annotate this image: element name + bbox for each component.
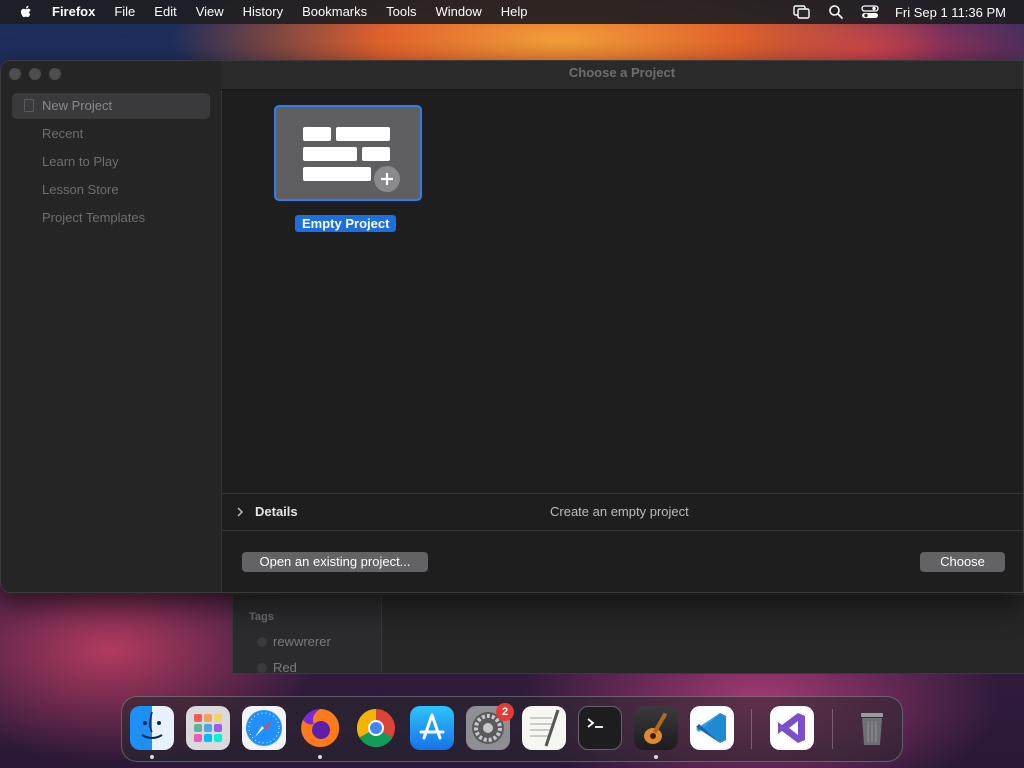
apple-icon[interactable] bbox=[17, 3, 35, 21]
window-controls bbox=[9, 68, 69, 80]
menu-view[interactable]: View bbox=[196, 0, 224, 24]
running-indicator bbox=[318, 755, 322, 759]
sidebar-item-label: Recent bbox=[42, 126, 84, 141]
dialog-footer: Open an existing project... Choose bbox=[222, 531, 1023, 592]
close-window-button[interactable] bbox=[9, 68, 21, 80]
zoom-window-button[interactable] bbox=[49, 68, 61, 80]
sidebar-item-label: Lesson Store bbox=[42, 182, 119, 197]
background-window-sidebar: Tags rewwrerer Red bbox=[233, 595, 382, 675]
safari-icon[interactable] bbox=[242, 706, 286, 750]
running-indicator bbox=[654, 755, 658, 759]
open-existing-project-button[interactable]: Open an existing project... bbox=[242, 552, 428, 572]
menu-help[interactable]: Help bbox=[501, 0, 528, 24]
launchpad-icon[interactable] bbox=[186, 706, 230, 750]
tag-color-dot bbox=[257, 663, 267, 673]
add-plus-icon bbox=[372, 164, 402, 194]
vscode-icon[interactable] bbox=[690, 706, 734, 750]
visual-studio-icon[interactable] bbox=[770, 706, 814, 750]
textedit-icon[interactable] bbox=[522, 706, 566, 750]
garageband-icon[interactable] bbox=[634, 706, 678, 750]
finder-icon[interactable] bbox=[130, 706, 174, 750]
tag-item[interactable]: rewwrerer bbox=[273, 634, 331, 649]
tag-color-dot bbox=[257, 637, 267, 647]
details-disclosure[interactable]: Details Create an empty project bbox=[222, 493, 1023, 531]
background-finder-window: Tags rewwrerer Red bbox=[232, 594, 1024, 675]
dock-separator bbox=[832, 709, 833, 749]
sidebar-item-recent[interactable]: Recent bbox=[12, 121, 210, 147]
menu-bar: Firefox File Edit View History Bookmarks… bbox=[0, 0, 1024, 24]
app-store-icon[interactable] bbox=[410, 706, 454, 750]
menu-tools[interactable]: Tools bbox=[386, 0, 416, 24]
minimize-window-button[interactable] bbox=[29, 68, 41, 80]
template-grid: Empty Project bbox=[222, 90, 1023, 493]
firefox-icon[interactable] bbox=[298, 706, 342, 750]
screen-mirroring-icon[interactable] bbox=[793, 3, 811, 21]
document-icon bbox=[24, 99, 34, 112]
terminal-icon[interactable] bbox=[578, 706, 622, 750]
menu-bar-status-area: Fri Sep 1 11:36 PM bbox=[793, 0, 1024, 24]
empty-project-tile[interactable] bbox=[274, 105, 422, 201]
tags-section-title: Tags bbox=[249, 611, 274, 623]
sidebar-item-label: Learn to Play bbox=[42, 154, 119, 169]
menu-bar-clock[interactable]: Fri Sep 1 11:36 PM bbox=[895, 5, 1006, 20]
window-title: Choose a Project bbox=[568, 65, 676, 80]
notification-badge: 2 bbox=[496, 703, 514, 721]
menu-history[interactable]: History bbox=[243, 0, 283, 24]
sidebar-item-lesson-store[interactable]: Lesson Store bbox=[12, 177, 210, 203]
spotlight-search-icon[interactable] bbox=[827, 3, 845, 21]
sidebar-item-label: Project Templates bbox=[42, 210, 146, 225]
menu-edit[interactable]: Edit bbox=[154, 0, 176, 24]
chevron-right-icon[interactable] bbox=[234, 505, 246, 519]
dock: 2 bbox=[121, 696, 903, 762]
dock-separator bbox=[751, 709, 752, 749]
details-label[interactable]: Details bbox=[255, 494, 298, 530]
sidebar-item-new-project[interactable]: New Project bbox=[12, 93, 210, 119]
details-description: Create an empty project bbox=[550, 504, 689, 519]
trash-icon[interactable] bbox=[850, 706, 894, 750]
menu-bookmarks[interactable]: Bookmarks bbox=[302, 0, 367, 24]
menu-app-firefox[interactable]: Firefox bbox=[52, 0, 95, 24]
chrome-icon[interactable] bbox=[354, 706, 398, 750]
running-indicator bbox=[150, 755, 154, 759]
empty-project-label[interactable]: Empty Project bbox=[295, 215, 397, 232]
sidebar-item-project-templates[interactable]: Project Templates bbox=[12, 205, 210, 231]
choose-button[interactable]: Choose bbox=[920, 552, 1005, 572]
control-center-icon[interactable] bbox=[861, 3, 879, 21]
menu-file[interactable]: File bbox=[114, 0, 135, 24]
menu-window[interactable]: Window bbox=[436, 0, 482, 24]
project-sidebar: New Project Recent Learn to Play Lesson … bbox=[1, 61, 222, 592]
sidebar-item-label: New Project bbox=[42, 98, 113, 113]
tag-item[interactable]: Red bbox=[273, 660, 297, 675]
choose-project-window: New Project Recent Learn to Play Lesson … bbox=[0, 60, 1024, 593]
sidebar-item-learn-to-play[interactable]: Learn to Play bbox=[12, 149, 210, 175]
